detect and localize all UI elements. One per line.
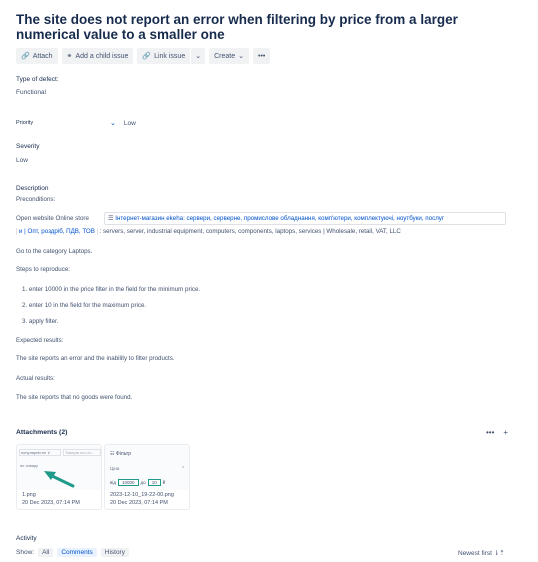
attachment-thumbnail[interactable]: популярністю ∨ Товарів на сто по товару … — [16, 444, 102, 510]
more-actions-button[interactable]: ••• — [253, 48, 271, 64]
open-website-text: Open website Online store — [16, 215, 89, 222]
actual-text: The site reports that no goods were foun… — [16, 394, 133, 401]
link-issue-dropdown[interactable]: ⌄ — [191, 48, 206, 64]
expected-label: Expected results: — [16, 337, 64, 344]
show-label: Show: — [16, 549, 35, 556]
filter-header-preview: ☷ Фільтр — [110, 451, 131, 457]
step-item: 3. apply filter. — [22, 318, 59, 325]
max-price-box: 10 — [147, 479, 161, 486]
price-range-preview: від 10000 до 10 ₴ — [110, 479, 165, 486]
preconditions-text: Preconditions: — [16, 196, 56, 203]
store-link-continuation: и | Опт, роздріб, ПДВ, ТОВ : servers, se… — [16, 228, 401, 235]
priority-label: Priority — [16, 120, 34, 126]
store-link-translation: : servers, server, industrial equipment,… — [99, 228, 401, 235]
link-issue-label: Link issue — [154, 52, 186, 60]
activity-title: Activity — [16, 535, 37, 542]
issue-toolbar: 🔗 Attach ⚭ Add a child issue 🔗 Link issu… — [16, 48, 271, 64]
priority-value: Low — [123, 119, 136, 127]
priority-low-icon: ⌄ — [110, 120, 116, 127]
attachment-date: 20 Dec 2023, 07:14 PM — [22, 500, 80, 506]
chevron-down-icon: ⌄ — [238, 53, 244, 60]
to-label: до — [140, 480, 146, 485]
chevron-up-icon: ⌃ — [181, 466, 186, 472]
currency-label: ₴ — [162, 480, 166, 485]
link-issue-button[interactable]: 🔗 Link issue — [137, 48, 191, 64]
attachment-thumbnail[interactable]: ☷ Фільтр Ціна ⌃ від 10000 до 10 ₴ 2023-1… — [104, 444, 190, 510]
add-child-issue-button[interactable]: ⚭ Add a child issue — [61, 48, 134, 64]
add-attachment-button[interactable]: + — [503, 428, 508, 437]
attach-button[interactable]: 🔗 Attach — [16, 48, 58, 64]
go-to-text: Go to the category Laptops. — [16, 248, 93, 255]
paperclip-icon: 🔗 — [21, 53, 30, 60]
step-item: 1. enter 10000 in the price filter in th… — [22, 286, 201, 293]
steps-label: Steps to reproduce: — [16, 266, 71, 273]
attachment-preview: популярністю ∨ Товарів на сто по товару — [17, 445, 101, 490]
issue-title[interactable]: The site does not report an error when f… — [16, 12, 516, 42]
create-button[interactable]: Create ⌄ — [209, 48, 249, 64]
step-item: 2. enter 10 in the field for the maximum… — [22, 302, 147, 309]
actual-label: Actual results: — [16, 375, 55, 382]
attach-label: Attach — [32, 52, 53, 60]
description-label: Description — [16, 185, 49, 192]
link-icon: 🔗 — [142, 53, 152, 60]
attachment-filename: 1.png — [22, 492, 36, 498]
link-issue-group: 🔗 Link issue ⌄ — [137, 48, 206, 64]
severity-value[interactable]: Low — [16, 157, 28, 164]
activity-filter: Show: All Comments History — [16, 548, 129, 557]
create-label: Create — [214, 52, 236, 60]
add-child-label: Add a child issue — [75, 52, 129, 60]
from-label: від — [110, 480, 117, 485]
price-label-preview: Ціна — [110, 466, 120, 471]
attachments-actions: ••• + — [486, 428, 508, 437]
attachment-filename: 2023-12-10_19-22-00.png — [110, 492, 174, 498]
attachments-title: Attachments (2) — [16, 429, 68, 436]
chevron-down-icon: ⌄ — [195, 53, 202, 60]
store-link-card[interactable]: ☰ Інтернет-магазин ekeha: сервери, серве… — [104, 212, 506, 225]
type-of-defect-label: Type of defect: — [16, 76, 59, 83]
type-of-defect-value[interactable]: Functional — [16, 89, 46, 96]
expected-text: The site reports an error and the inabil… — [16, 355, 175, 362]
child-issue-icon: ⚭ — [66, 53, 73, 60]
store-link-continued[interactable]: и | Опт, роздріб, ПДВ, ТОВ — [16, 228, 98, 235]
filter-history-button[interactable]: History — [100, 548, 129, 557]
sort-order-button[interactable]: Newest first ⇂⇡ — [458, 549, 505, 557]
store-link-text: Інтернет-магазин ekeha: сервери, серверн… — [115, 215, 445, 222]
attachments-more-button[interactable]: ••• — [486, 428, 494, 437]
attachment-date: 20 Dec 2023, 07:14 PM — [110, 500, 168, 506]
filter-all-button[interactable]: All — [38, 548, 54, 557]
annotation-arrow-icon — [44, 471, 75, 488]
more-icon: ••• — [258, 52, 266, 60]
min-price-box: 10000 — [118, 479, 139, 486]
attachment-preview: ☷ Фільтр Ціна ⌃ від 10000 до 10 ₴ — [105, 445, 189, 490]
filter-comments-button[interactable]: Comments — [57, 548, 97, 557]
severity-label: Severity — [16, 143, 40, 150]
priority-field[interactable]: ⌄ Low — [110, 119, 136, 128]
